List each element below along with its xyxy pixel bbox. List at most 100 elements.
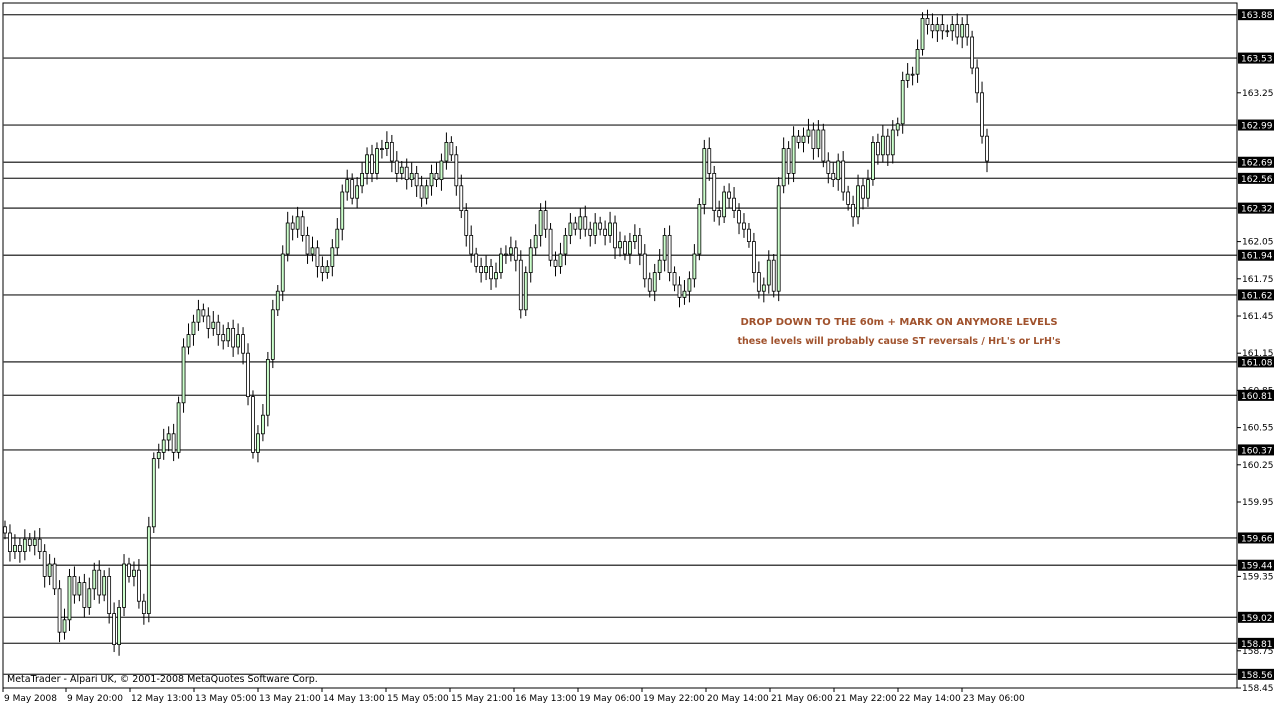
candle-bear (449, 141, 454, 156)
candle-bear (513, 247, 518, 261)
candle-bull (102, 576, 107, 596)
candle-bull (702, 148, 707, 205)
candle-bear (479, 265, 484, 273)
candle-bull (226, 327, 231, 342)
annotation-line-2: these levels will probably cause ST reve… (737, 336, 1060, 347)
candle-bull (280, 253, 285, 292)
level-label: 163.53 (1241, 55, 1273, 65)
candle-bull (211, 321, 216, 329)
candle-bull (444, 141, 449, 162)
candle-bull (692, 253, 697, 280)
x-tick-label: 19 May 06:00 (579, 694, 641, 704)
candle-bull (687, 278, 692, 292)
candle-bull (132, 569, 136, 577)
candle-bull (960, 24, 965, 38)
level-label: 162.56 (1241, 175, 1273, 185)
candle-bear (206, 315, 211, 329)
candle-bear (647, 278, 652, 292)
candle-bull (504, 253, 508, 256)
candle-bear (742, 222, 746, 230)
y-tick-label: 159.35 (1242, 572, 1274, 582)
candle-bull (766, 259, 771, 286)
candle-bull (920, 17, 925, 50)
candle-bull (950, 24, 955, 32)
candle-bull (945, 30, 950, 33)
candle-bear (955, 24, 960, 38)
candle-bull (494, 272, 498, 280)
candle-bull (652, 272, 657, 292)
candle-bear (300, 216, 305, 236)
candle-bear (851, 203, 855, 218)
candle-bear (305, 234, 310, 255)
candle-bull (508, 247, 513, 255)
candle-bull (186, 334, 191, 348)
candle-bull (761, 284, 766, 292)
candle-bear (201, 309, 206, 317)
candle-bull (682, 290, 687, 298)
y-axis: 163.25162.05161.75161.45161.15160.85160.… (1236, 3, 1274, 694)
candle-bull (499, 253, 503, 274)
candle-bull (156, 451, 161, 459)
level-label: 159.66 (1241, 534, 1273, 544)
candle-bull (13, 545, 17, 553)
candle-bear (434, 172, 439, 180)
candle-bear (27, 538, 32, 546)
candle-bear (598, 222, 603, 230)
candle-bear (72, 576, 77, 596)
candle-bull (146, 526, 151, 614)
candle-bear (42, 551, 47, 577)
candle-bull (325, 265, 330, 273)
candle-bear (727, 191, 731, 199)
candle-bull (801, 135, 806, 143)
x-tick-label: 19 May 22:00 (643, 694, 705, 704)
candle-bear (82, 582, 87, 608)
candle-bull (618, 241, 622, 249)
price-chart: 163.25162.05161.75161.45161.15160.85160.… (2, 2, 1274, 704)
candle-bull (161, 439, 166, 453)
candle-bull (375, 148, 379, 174)
level-label: 160.81 (1241, 392, 1273, 402)
candle-bear (623, 241, 627, 255)
candle-bull (628, 241, 632, 255)
candle-bear (841, 160, 846, 193)
candle-bull (92, 569, 97, 590)
y-tick-label: 162.05 (1242, 238, 1274, 248)
candle-bull (935, 24, 940, 32)
candle-bear (221, 334, 226, 342)
candle-bull (806, 129, 811, 137)
x-tick-label: 9 May 2008 (4, 694, 57, 704)
candle-bear (57, 588, 62, 633)
candle-bull (856, 185, 860, 218)
candle-bull (895, 123, 900, 131)
candle-bull (62, 619, 67, 633)
candle-bear (548, 228, 553, 261)
candle-bear (8, 532, 12, 553)
candle-bull (523, 272, 528, 311)
candle-bear (756, 272, 761, 292)
candle-bull (256, 433, 260, 453)
candle-bull (866, 179, 870, 199)
copyright-text: MetaTrader - Alpari UK, © 2001-2008 Meta… (7, 674, 318, 685)
candle-bull (608, 222, 612, 236)
candle-bull (355, 185, 360, 199)
candle-bull (270, 309, 275, 360)
level-label: 163.88 (1241, 11, 1273, 21)
candle-bear (251, 396, 255, 453)
candle-bear (752, 241, 756, 274)
candle-bear (414, 172, 419, 187)
level-label: 162.32 (1241, 205, 1273, 215)
candle-bear (876, 141, 880, 156)
candle-bull (657, 259, 662, 274)
candle-bear (846, 191, 851, 205)
x-axis: 9 May 2008 9 May 20:00 12 May 13:00 13 May … (2, 688, 1025, 704)
candle-bear (246, 352, 250, 398)
candle-bull (791, 135, 796, 174)
y-tick-label: 159.95 (1242, 498, 1274, 508)
candle-bear (320, 265, 325, 273)
candle-bull (196, 309, 201, 323)
candle-bear (667, 234, 672, 273)
candle-bull (295, 216, 300, 230)
x-tick-label: 20 May 14:00 (707, 694, 769, 704)
candle-bull (380, 148, 384, 151)
candle-bear (370, 154, 374, 174)
